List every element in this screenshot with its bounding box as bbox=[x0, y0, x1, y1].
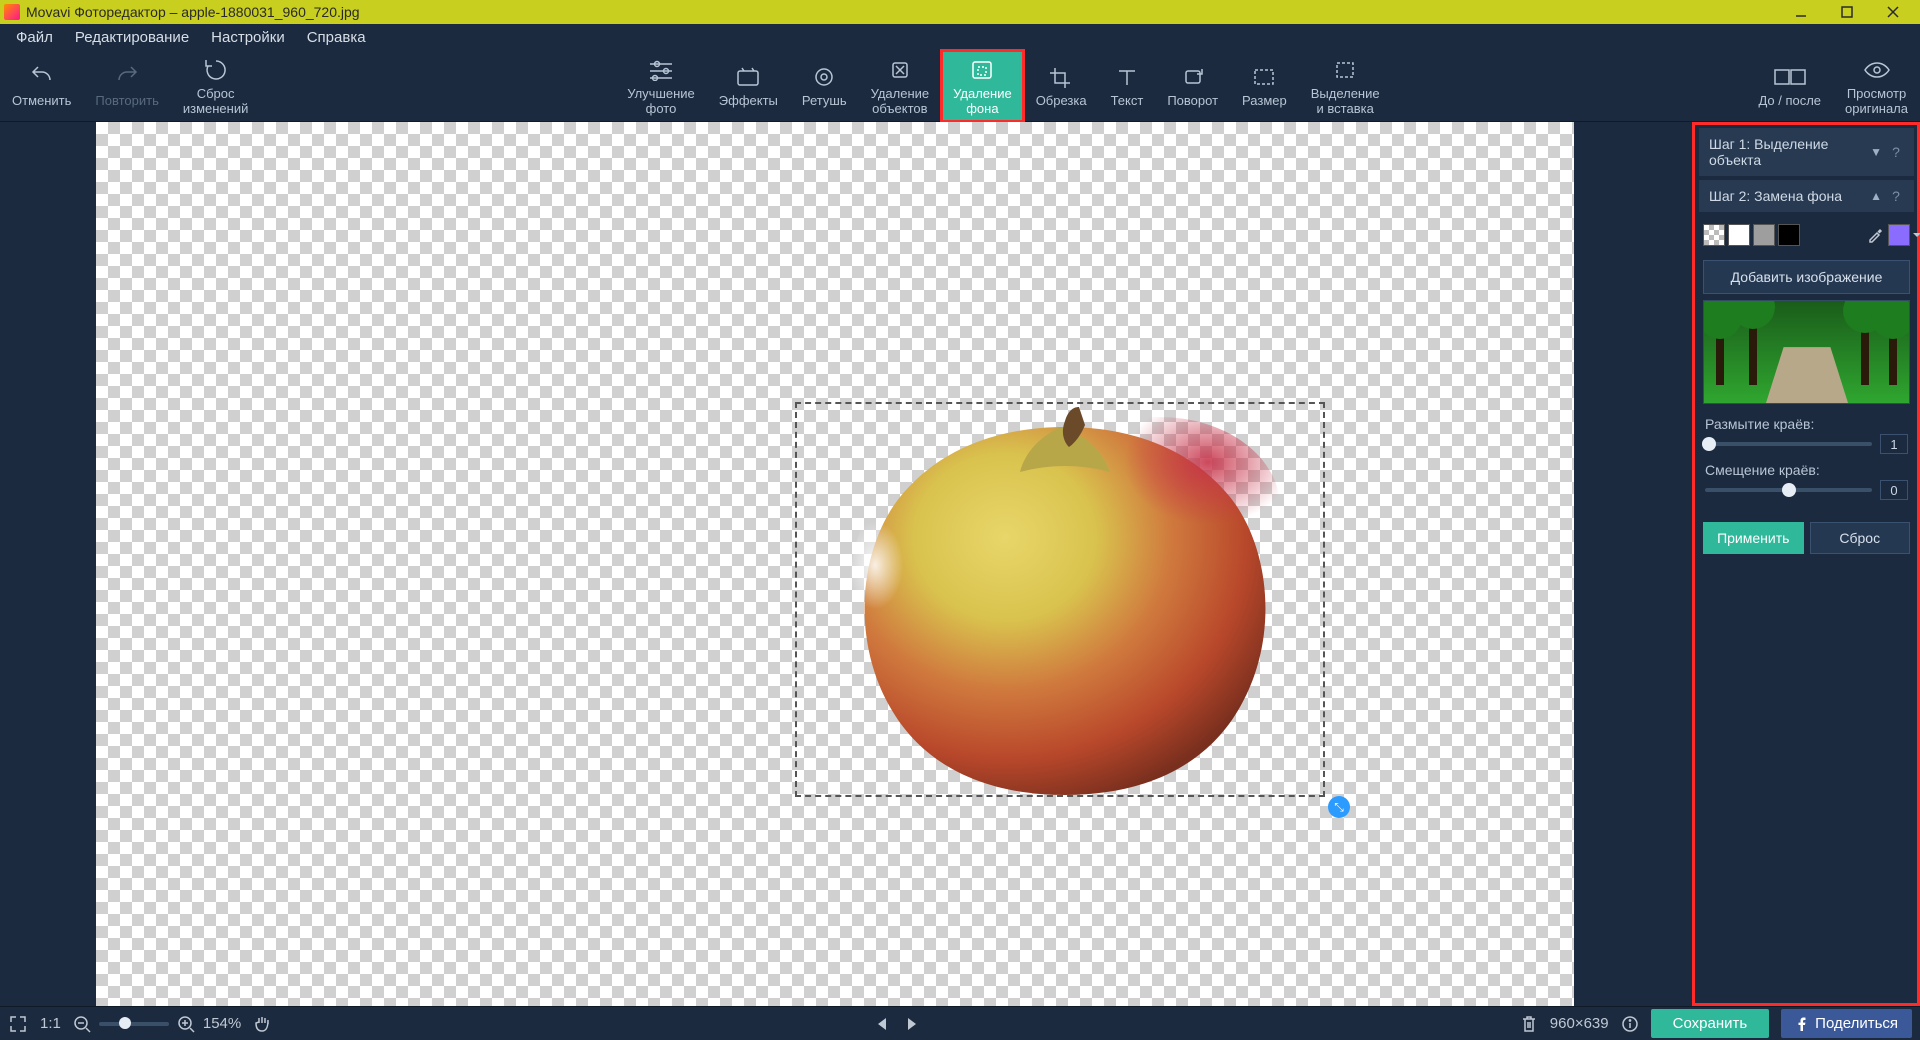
facebook-icon bbox=[1795, 1017, 1809, 1031]
compare-icon bbox=[1773, 62, 1807, 92]
sliders-icon bbox=[648, 55, 674, 85]
text-icon bbox=[1114, 62, 1140, 92]
undo-icon bbox=[28, 62, 56, 92]
background-thumbnail[interactable] bbox=[1703, 300, 1910, 404]
menu-file[interactable]: Файл bbox=[6, 27, 63, 48]
zoom-in-icon[interactable] bbox=[177, 1015, 195, 1033]
canvas-area[interactable]: ⤡ bbox=[0, 122, 1692, 1006]
zoom-percent: 154% bbox=[203, 1015, 241, 1032]
fullscreen-icon[interactable] bbox=[8, 1014, 28, 1034]
close-button[interactable] bbox=[1870, 0, 1916, 24]
bg-remove-icon bbox=[969, 55, 995, 85]
image-dimensions: 960×639 bbox=[1550, 1015, 1609, 1032]
redo-button[interactable]: Повторить bbox=[83, 50, 170, 122]
blur-label: Размытие краёв: bbox=[1705, 416, 1908, 432]
apply-button[interactable]: Применить bbox=[1703, 522, 1804, 554]
resize-icon bbox=[1251, 62, 1277, 92]
image-object[interactable] bbox=[810, 407, 1320, 797]
right-panel: Шаг 1: Выделение объекта ▼? Шаг 2: Замен… bbox=[1692, 122, 1920, 1006]
swatch-black[interactable] bbox=[1778, 224, 1800, 246]
scale-1to1[interactable]: 1:1 bbox=[40, 1015, 61, 1032]
status-bar: 1:1 154% 960×639 Сохранить Поделиться bbox=[0, 1006, 1920, 1040]
remove-background-button[interactable]: Удаление фона bbox=[941, 50, 1024, 122]
before-after-button[interactable]: До / после bbox=[1746, 50, 1833, 122]
minimize-button[interactable] bbox=[1778, 0, 1824, 24]
swatch-transparent[interactable] bbox=[1703, 224, 1725, 246]
panel-reset-button[interactable]: Сброс bbox=[1810, 522, 1911, 554]
main-toolbar: Отменить Повторить Сброс изменений Улучш… bbox=[0, 50, 1920, 122]
reset-changes-button[interactable]: Сброс изменений bbox=[171, 50, 261, 122]
step1-header[interactable]: Шаг 1: Выделение объекта ▼? bbox=[1699, 128, 1914, 176]
maximize-button[interactable] bbox=[1824, 0, 1870, 24]
resize-button[interactable]: Размер bbox=[1230, 50, 1299, 122]
view-original-button[interactable]: Просмотр оригинала bbox=[1833, 50, 1920, 122]
blur-value[interactable]: 1 bbox=[1880, 434, 1908, 454]
swatch-white[interactable] bbox=[1728, 224, 1750, 246]
menu-bar: Файл Редактирование Настройки Справка bbox=[0, 24, 1920, 50]
rotate-button[interactable]: Поворот bbox=[1155, 50, 1230, 122]
help-icon[interactable]: ? bbox=[1888, 188, 1904, 204]
chevron-down-icon: ▼ bbox=[1870, 145, 1882, 159]
crop-icon bbox=[1048, 62, 1074, 92]
undo-button[interactable]: Отменить bbox=[0, 50, 83, 122]
menu-help[interactable]: Справка bbox=[297, 27, 376, 48]
window-titlebar: Movavi Фоторедактор – apple-1880031_960_… bbox=[0, 0, 1920, 24]
retouch-button[interactable]: Ретушь bbox=[790, 50, 859, 122]
shift-value[interactable]: 0 bbox=[1880, 480, 1908, 500]
color-dropdown[interactable] bbox=[1888, 224, 1910, 246]
shift-slider[interactable] bbox=[1705, 488, 1872, 492]
crop-button[interactable]: Обрезка bbox=[1024, 50, 1099, 122]
eye-icon bbox=[1862, 55, 1892, 85]
menu-edit[interactable]: Редактирование bbox=[65, 27, 199, 48]
app-icon bbox=[4, 4, 20, 20]
resize-handle[interactable]: ⤡ bbox=[1328, 796, 1350, 818]
select-insert-button[interactable]: Выделение и вставка bbox=[1299, 50, 1392, 122]
next-image-icon[interactable] bbox=[906, 1016, 920, 1032]
pan-icon[interactable] bbox=[253, 1014, 273, 1034]
menu-settings[interactable]: Настройки bbox=[201, 27, 295, 48]
add-image-button[interactable]: Добавить изображение bbox=[1703, 260, 1910, 294]
step2-header[interactable]: Шаг 2: Замена фона ▲? bbox=[1699, 180, 1914, 212]
window-title: Movavi Фоторедактор – apple-1880031_960_… bbox=[26, 4, 360, 20]
rotate-icon bbox=[1180, 62, 1206, 92]
color-swatches bbox=[1699, 216, 1914, 254]
chevron-up-icon: ▲ bbox=[1870, 189, 1882, 203]
info-icon[interactable] bbox=[1621, 1015, 1639, 1033]
zoom-slider[interactable] bbox=[99, 1022, 169, 1026]
selection-icon bbox=[1332, 55, 1358, 85]
eraser-icon bbox=[887, 55, 913, 85]
save-button[interactable]: Сохранить bbox=[1651, 1009, 1770, 1038]
prev-image-icon[interactable] bbox=[874, 1016, 888, 1032]
shift-label: Смещение краёв: bbox=[1705, 462, 1908, 478]
work-area: ⤡ Шаг 1: Выделение объекта ▼? Шаг 2: Зам… bbox=[0, 122, 1920, 1006]
help-icon[interactable]: ? bbox=[1888, 144, 1904, 160]
enhance-button[interactable]: Улучшение фото bbox=[615, 50, 707, 122]
text-button[interactable]: Текст bbox=[1099, 50, 1156, 122]
reset-icon bbox=[202, 55, 230, 85]
eyedropper-icon[interactable] bbox=[1865, 225, 1885, 245]
target-icon bbox=[811, 62, 837, 92]
effects-button[interactable]: Эффекты bbox=[707, 50, 790, 122]
blur-slider[interactable] bbox=[1705, 442, 1872, 446]
zoom-out-icon[interactable] bbox=[73, 1015, 91, 1033]
remove-objects-button[interactable]: Удаление объектов bbox=[859, 50, 942, 122]
share-button[interactable]: Поделиться bbox=[1781, 1009, 1912, 1038]
redo-icon bbox=[113, 62, 141, 92]
delete-icon[interactable] bbox=[1520, 1014, 1538, 1034]
effects-icon bbox=[735, 62, 761, 92]
swatch-gray[interactable] bbox=[1753, 224, 1775, 246]
